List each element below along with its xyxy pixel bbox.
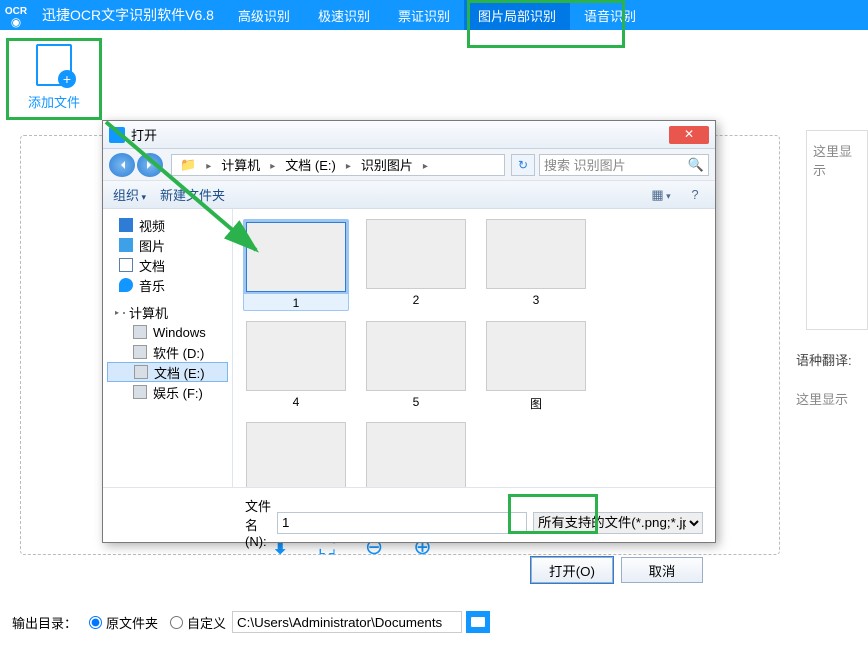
sidebar-item-doc[interactable]: 文档 (107, 255, 228, 275)
file-thumb-7[interactable]: 图2 (243, 422, 349, 487)
refresh-button[interactable]: ↻ (511, 154, 535, 176)
drive-icon (133, 345, 147, 359)
sidebar-item-image[interactable]: 图片 (107, 235, 228, 255)
file-thumb-4[interactable]: 4 (243, 321, 349, 412)
sidebar-drive-e[interactable]: 文档 (E:) (107, 362, 228, 382)
translate-label: 语种翻译: (796, 350, 868, 369)
add-file-label: 添加文件 (18, 92, 90, 111)
close-button[interactable]: ✕ (669, 126, 709, 144)
main-tabs: 高级识别 极速识别 票证识别 图片局部识别 语音识别 (224, 0, 650, 30)
output-radio-custom[interactable] (170, 616, 183, 629)
search-icon: 🔍 (688, 157, 704, 173)
file-thumb-2[interactable]: 2 (363, 219, 469, 311)
dialog-title: 打开 (131, 125, 157, 144)
computer-icon (123, 312, 125, 314)
dialog-bottom: 文件名(N): 所有支持的文件(*.png;*.jpg;*.bmp) 打开(O)… (103, 487, 715, 545)
file-open-dialog: 打开 ✕ 📁 计算机 文档 (E:) 识别图片 ↻ 搜索 识别图片 🔍 组织 新… (102, 120, 716, 543)
nav-back-button[interactable] (109, 153, 135, 177)
dialog-toolbar: 组织 新建文件夹 ▦ ? (103, 181, 715, 209)
drive-icon (133, 385, 147, 399)
sidebar-drive-c[interactable]: Windows (107, 322, 228, 342)
dialog-sidebar: 视频 图片 文档 音乐 计算机 Windows 软件 (D:) 文档 (E:) … (103, 209, 233, 487)
filename-input[interactable] (277, 512, 527, 534)
result-placeholder: 这里显示 (813, 144, 852, 178)
view-mode-button[interactable]: ▦ (651, 187, 671, 203)
search-placeholder: 搜索 识别图片 (544, 155, 626, 174)
sidebar-group-computer[interactable]: 计算机 (107, 303, 228, 322)
crumb-folder[interactable]: 识别图片 (357, 155, 417, 174)
file-grid: 1 2 3 4 5 图 图2 图3 (233, 209, 715, 487)
sidebar-drive-d[interactable]: 软件 (D:) (107, 342, 228, 362)
file-thumb-6[interactable]: 图 (483, 321, 589, 412)
nav-forward-button[interactable] (137, 153, 163, 177)
file-thumb-5[interactable]: 5 (363, 321, 469, 412)
breadcrumb[interactable]: 📁 计算机 文档 (E:) 识别图片 (171, 154, 505, 176)
output-radio-original[interactable] (89, 616, 102, 629)
image-icon (119, 238, 133, 252)
app-titlebar: OCR ◉ 迅捷OCR文字识别软件V6.8 高级识别 极速识别 票证识别 图片局… (0, 0, 868, 30)
tab-advanced[interactable]: 高级识别 (224, 0, 304, 30)
tab-ticket[interactable]: 票证识别 (384, 0, 464, 30)
new-folder-button[interactable]: 新建文件夹 (160, 185, 225, 204)
output-radio-custom-label: 自定义 (187, 613, 226, 632)
music-icon (119, 278, 133, 292)
video-icon (119, 218, 133, 232)
output-label: 输出目录： (12, 613, 77, 632)
file-thumb-8[interactable]: 图3 (363, 422, 469, 487)
organize-menu[interactable]: 组织 (113, 185, 146, 204)
file-thumb-1[interactable]: 1 (243, 219, 349, 311)
help-button[interactable]: ? (685, 187, 705, 202)
add-file-button[interactable]: 添加文件 (18, 44, 90, 111)
output-bar: 输出目录： 原文件夹 自定义 (0, 606, 490, 638)
result-panel: 这里显示 (806, 130, 868, 330)
add-file-icon (36, 44, 72, 86)
crumb-computer[interactable]: 计算机 (217, 155, 264, 174)
folder-icon: 📁 (176, 157, 200, 173)
dialog-titlebar: 打开 ✕ (103, 121, 715, 149)
dialog-icon (109, 127, 125, 143)
drive-icon (133, 325, 147, 339)
output-path-input[interactable] (232, 611, 462, 633)
filename-label: 文件名(N): (245, 496, 271, 549)
translate-panel: 语种翻译: 这里显示 (796, 350, 868, 408)
sidebar-item-video[interactable]: 视频 (107, 215, 228, 235)
output-radio-original-label: 原文件夹 (106, 613, 158, 632)
open-button[interactable]: 打开(O) (531, 557, 613, 583)
cancel-button[interactable]: 取消 (621, 557, 703, 583)
dialog-navbar: 📁 计算机 文档 (E:) 识别图片 ↻ 搜索 识别图片 🔍 (103, 149, 715, 181)
file-thumb-3[interactable]: 3 (483, 219, 589, 311)
doc-icon (119, 258, 133, 272)
drive-icon (134, 365, 148, 379)
tab-fast[interactable]: 极速识别 (304, 0, 384, 30)
search-input[interactable]: 搜索 识别图片 🔍 (539, 154, 709, 176)
app-logo: OCR ◉ (0, 4, 32, 27)
browse-folder-button[interactable] (466, 611, 490, 633)
app-title: 迅捷OCR文字识别软件V6.8 (32, 5, 224, 25)
translate-placeholder: 这里显示 (796, 389, 868, 408)
crumb-drive[interactable]: 文档 (E:) (281, 155, 340, 174)
tab-voice[interactable]: 语音识别 (570, 0, 650, 30)
sidebar-item-music[interactable]: 音乐 (107, 275, 228, 295)
file-filter-select[interactable]: 所有支持的文件(*.png;*.jpg;*.bmp) (533, 512, 703, 534)
sidebar-drive-f[interactable]: 娱乐 (F:) (107, 382, 228, 402)
tab-partial-image[interactable]: 图片局部识别 (464, 0, 570, 30)
